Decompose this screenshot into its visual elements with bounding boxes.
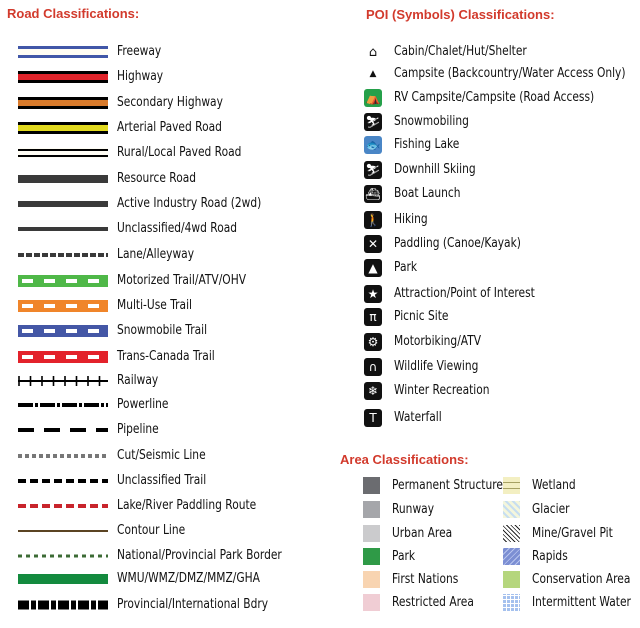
star-icon: ★ xyxy=(364,285,382,303)
picnic-icon: π xyxy=(364,308,382,326)
area-classifications-title: Area Classifications: xyxy=(340,452,469,467)
poi-legend-item: ⛷ Snowmobiling xyxy=(0,112,640,132)
tent-icon: ▲ xyxy=(369,68,377,79)
road-legend-label: Cut/Seismic Line xyxy=(117,448,206,463)
waterfall-icon: T xyxy=(364,409,382,427)
poi-legend-label: Wildlife Viewing xyxy=(394,359,479,374)
poi-legend-item: T Waterfall xyxy=(0,408,640,428)
area-legend-label: Intermittent Water xyxy=(532,595,631,610)
area-swatch-wetland xyxy=(503,477,520,494)
paddling-icon: ✕ xyxy=(364,235,382,253)
poi-legend-item: ✕ Paddling (Canoe/Kayak) xyxy=(0,234,640,254)
area-legend-label: Wetland xyxy=(532,478,576,493)
poi-classifications-title: POI (Symbols) Classifications: xyxy=(366,7,555,22)
poi-legend-item: ▲ Campsite (Backcountry/Water Access Only… xyxy=(0,64,640,84)
poi-legend-label: Boat Launch xyxy=(394,186,461,201)
park-icon: ▲ xyxy=(364,259,382,277)
poi-legend-label: Cabin/Chalet/Hut/Shelter xyxy=(394,44,527,59)
poi-legend-label: Hiking xyxy=(394,212,428,227)
poi-legend-item: ⛴ Boat Launch xyxy=(0,184,640,204)
poi-legend-label: Motorbiking/ATV xyxy=(394,334,482,349)
area-swatch-rapids xyxy=(503,548,520,565)
poi-legend-label: Snowmobiling xyxy=(394,114,469,129)
area-legend-label: Rapids xyxy=(532,549,568,564)
snowflake-icon: ❄ xyxy=(364,382,382,400)
area-swatch-intermittent-water xyxy=(503,594,520,611)
poi-legend-item: ❄ Winter Recreation xyxy=(0,381,640,401)
poi-legend-label: Paddling (Canoe/Kayak) xyxy=(394,236,521,251)
area-legend-item: Rapids xyxy=(0,547,640,567)
snowmobile-icon: ⛷ xyxy=(364,113,382,131)
area-legend-item: Glacier xyxy=(0,500,640,520)
area-swatch-mine-gravel-pit xyxy=(503,525,520,542)
area-swatch-conservation-area xyxy=(503,571,520,588)
hiking-icon: 🚶 xyxy=(364,211,382,229)
road-legend-item: Cut/Seismic Line xyxy=(0,446,330,466)
poi-legend-item: ▲ Park xyxy=(0,258,640,278)
area-legend-label: Mine/Gravel Pit xyxy=(532,526,613,541)
poi-legend-label: Winter Recreation xyxy=(394,383,490,398)
road-swatch-dot-grey xyxy=(18,448,108,469)
poi-legend-item: ★ Attraction/Point of Interest xyxy=(0,284,640,304)
poi-legend-item: 🚶 Hiking xyxy=(0,210,640,230)
boat-launch-icon: ⛴ xyxy=(364,185,382,203)
poi-legend-label: Downhill Skiing xyxy=(394,162,476,177)
area-legend-label: Conservation Area xyxy=(532,572,631,587)
poi-legend-item: 🐟 Fishing Lake xyxy=(0,135,640,155)
poi-legend-label: Picnic Site xyxy=(394,309,449,324)
poi-legend-item: ⛷ Downhill Skiing xyxy=(0,160,640,180)
road-classifications-title: Road Classifications: xyxy=(7,6,140,21)
poi-legend-item: ⚙ Motorbiking/ATV xyxy=(0,332,640,352)
area-legend-item: Wetland xyxy=(0,476,640,496)
rv-campsite-icon: ⛺ xyxy=(364,89,382,107)
area-legend-item: Intermittent Water xyxy=(0,593,640,613)
poi-legend-item: π Picnic Site xyxy=(0,307,640,327)
poi-legend-item: ⌂ Cabin/Chalet/Hut/Shelter xyxy=(0,42,640,62)
skiing-icon: ⛷ xyxy=(364,161,382,179)
poi-legend-label: RV Campsite/Campsite (Road Access) xyxy=(394,90,595,105)
atv-icon: ⚙ xyxy=(364,333,382,351)
fish-icon: 🐟 xyxy=(364,136,382,154)
area-swatch-glacier xyxy=(503,501,520,518)
poi-legend-item: ⛺ RV Campsite/Campsite (Road Access) xyxy=(0,88,640,108)
area-legend-item: Conservation Area xyxy=(0,570,640,590)
poi-legend-item: ∩ Wildlife Viewing xyxy=(0,357,640,377)
area-legend-label: Glacier xyxy=(532,502,570,517)
area-legend-item: Mine/Gravel Pit xyxy=(0,524,640,544)
poi-legend-label: Fishing Lake xyxy=(394,137,460,152)
binoculars-icon: ∩ xyxy=(364,358,382,376)
poi-legend-label: Campsite (Backcountry/Water Access Only) xyxy=(394,66,626,81)
poi-legend-label: Waterfall xyxy=(394,410,442,425)
poi-legend-label: Park xyxy=(394,260,418,275)
cabin-icon: ⌂ xyxy=(368,44,378,60)
poi-legend-label: Attraction/Point of Interest xyxy=(394,286,535,301)
